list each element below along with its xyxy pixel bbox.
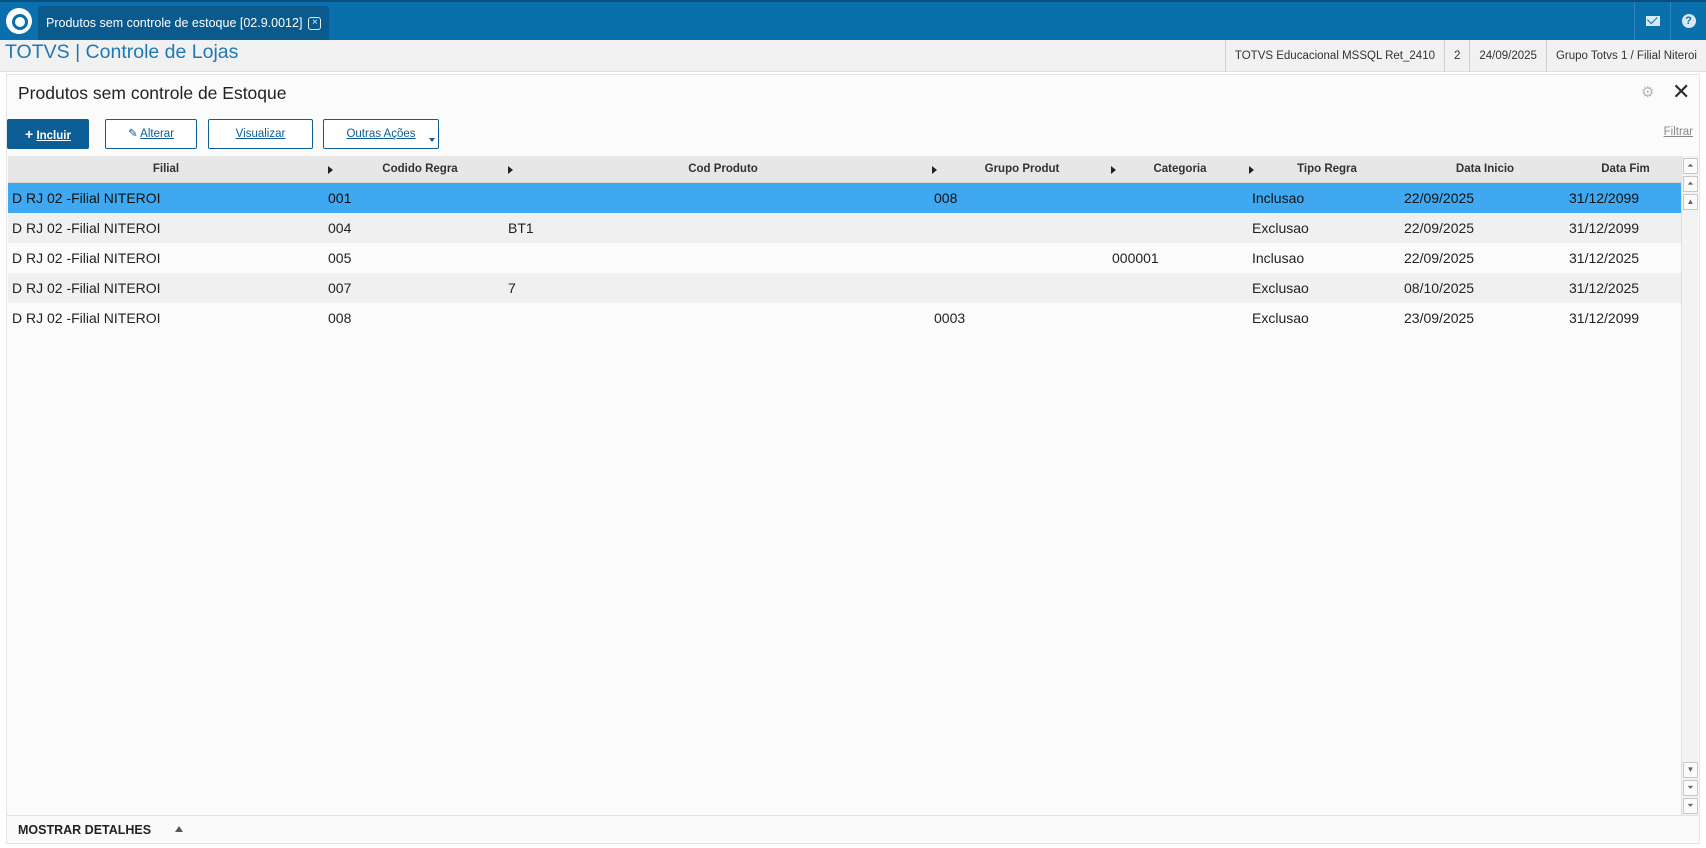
cell-tipo-regra: Exclusao bbox=[1252, 310, 1309, 326]
visualizar-button[interactable]: Visualizar bbox=[208, 119, 313, 149]
filtrar-link[interactable]: Filtrar bbox=[1664, 126, 1693, 138]
scroll-page-down-icon[interactable]: ⏷ bbox=[1683, 780, 1698, 796]
records-grid: Filial Codido Regra Cod Produto Grupo Pr… bbox=[8, 156, 1684, 806]
cell-data-inicio: 23/09/2025 bbox=[1404, 310, 1475, 326]
incluir-label: Incluir bbox=[36, 130, 71, 142]
outras-acoes-button[interactable]: Outras Ações bbox=[323, 119, 439, 149]
cell-categoria bbox=[1108, 183, 1248, 213]
scroll-down-icon[interactable]: ▼ bbox=[1683, 762, 1698, 778]
branch-name: Grupo Totvs 1 / Filial Niteroi bbox=[1545, 40, 1706, 72]
column-header-cod-produto[interactable]: Cod Produto bbox=[512, 156, 934, 182]
cell-filial: D RJ 02 -Filial NITEROI bbox=[12, 250, 161, 266]
help-button[interactable]: ? bbox=[1670, 2, 1706, 40]
tab-produtos[interactable]: Produtos sem controle de estoque [02.9.0… bbox=[38, 6, 329, 40]
system-date: 24/09/2025 bbox=[1469, 40, 1546, 72]
browse-panel: Produtos sem controle de Estoque ⚙ ✕ + I… bbox=[6, 74, 1700, 844]
environment-info: TOTVS Educacional MSSQL Ret_2410 2 24/09… bbox=[1224, 40, 1706, 72]
gear-icon[interactable]: ⚙ bbox=[1641, 85, 1655, 100]
column-header-data-fim[interactable]: Data Fim bbox=[1567, 156, 1684, 182]
page-title: Produtos sem controle de Estoque bbox=[18, 83, 287, 103]
cell-codido-regra: 004 bbox=[328, 220, 352, 236]
alterar-label: Alterar bbox=[140, 128, 175, 140]
cell-cod-produto: BT1 bbox=[508, 220, 534, 236]
logo-icon[interactable] bbox=[6, 8, 32, 34]
column-header-filial[interactable]: Filial bbox=[8, 156, 324, 182]
cell-data-fim: 31/12/2025 bbox=[1569, 280, 1640, 296]
cell-cod-produto bbox=[504, 183, 934, 213]
cell-data-fim: 31/12/2099 bbox=[1569, 220, 1640, 236]
mostrar-detalhes-label[interactable]: MOSTRAR DETALHES bbox=[18, 823, 151, 837]
cell-grupo-produt bbox=[930, 243, 1110, 273]
scroll-page-up-icon[interactable]: ⏶ bbox=[1683, 176, 1698, 192]
table-row[interactable]: D RJ 02 -Filial NITEROI 005 000001 Inclu… bbox=[8, 243, 1684, 273]
details-footer[interactable]: MOSTRAR DETALHES bbox=[7, 815, 1699, 843]
cell-codido-regra: 007 bbox=[328, 280, 352, 296]
column-header-categoria[interactable]: Categoria bbox=[1113, 156, 1247, 182]
cell-grupo-produt: 008 bbox=[934, 190, 958, 206]
outras-acoes-label: Outras Ações bbox=[346, 128, 416, 140]
cell-data-inicio: 22/09/2025 bbox=[1404, 250, 1475, 266]
table-row[interactable]: D RJ 02 -Filial NITEROI 008 0003 Exclusa… bbox=[8, 303, 1684, 333]
mail-icon bbox=[1645, 16, 1660, 26]
scroll-up-icon[interactable]: ▲ bbox=[1683, 194, 1698, 210]
cell-tipo-regra: Exclusao bbox=[1252, 220, 1309, 236]
cell-data-fim: 31/12/2099 bbox=[1569, 190, 1640, 206]
top-bar: Produtos sem controle de estoque [02.9.0… bbox=[0, 0, 1706, 40]
cell-codido-regra: 005 bbox=[328, 250, 352, 266]
environment-name: TOTVS Educacional MSSQL Ret_2410 bbox=[1224, 40, 1444, 72]
column-header-codido-regra[interactable]: Codido Regra bbox=[332, 156, 508, 182]
tab-title: Produtos sem controle de estoque [02.9.0… bbox=[46, 16, 303, 30]
column-header-data-inicio[interactable]: Data Inicio bbox=[1403, 156, 1567, 182]
cell-categoria bbox=[1108, 303, 1248, 333]
cell-grupo-produt bbox=[930, 213, 1110, 243]
cell-data-fim: 31/12/2099 bbox=[1569, 310, 1640, 326]
table-row[interactable]: D RJ 02 -Filial NITEROI 004 BT1 Exclusao… bbox=[8, 213, 1684, 243]
cell-grupo-produt bbox=[930, 273, 1110, 303]
help-icon: ? bbox=[1681, 14, 1696, 28]
expand-up-icon[interactable] bbox=[175, 826, 183, 832]
grid-scrollbar[interactable]: ⏶ ⏶ ▲ ▼ ⏷ ⏷ bbox=[1681, 156, 1698, 821]
caret-down-icon bbox=[429, 138, 435, 142]
cell-cod-produto: 7 bbox=[508, 280, 516, 296]
column-header-tipo-regra[interactable]: Tipo Regra bbox=[1251, 156, 1403, 182]
close-icon[interactable]: ✕ bbox=[1672, 81, 1690, 103]
mail-button[interactable] bbox=[1634, 2, 1670, 40]
cell-codido-regra: 008 bbox=[328, 310, 352, 326]
cell-data-inicio: 22/09/2025 bbox=[1404, 190, 1475, 206]
cell-tipo-regra: Inclusao bbox=[1252, 190, 1305, 206]
grid-header: Filial Codido Regra Cod Produto Grupo Pr… bbox=[8, 156, 1684, 183]
cell-data-fim: 31/12/2025 bbox=[1569, 250, 1640, 266]
cell-codido-regra: 001 bbox=[328, 190, 352, 206]
visualizar-label: Visualizar bbox=[235, 128, 286, 140]
scroll-top-icon[interactable]: ⏶ bbox=[1683, 158, 1698, 174]
cell-categoria bbox=[1108, 213, 1248, 243]
cell-filial: D RJ 02 -Filial NITEROI bbox=[12, 280, 161, 296]
alterar-button[interactable]: ✎ Alterar bbox=[105, 119, 197, 149]
cell-data-inicio: 08/10/2025 bbox=[1404, 280, 1475, 296]
column-header-grupo-produt[interactable]: Grupo Produt bbox=[934, 156, 1110, 182]
close-tab-icon[interactable]: × bbox=[308, 16, 322, 30]
cell-tipo-regra: Exclusao bbox=[1252, 280, 1309, 296]
cell-grupo-produt: 0003 bbox=[934, 310, 966, 326]
pencil-icon: ✎ bbox=[127, 128, 138, 140]
cell-categoria bbox=[1108, 273, 1248, 303]
cell-cod-produto bbox=[504, 303, 934, 333]
cell-filial: D RJ 02 -Filial NITEROI bbox=[12, 310, 161, 326]
module-header: TOTVS | Controle de Lojas TOTVS Educacio… bbox=[0, 40, 1706, 72]
top-right-actions: ? bbox=[1634, 2, 1706, 40]
plus-icon: + bbox=[25, 126, 34, 142]
cell-filial: D RJ 02 -Filial NITEROI bbox=[12, 190, 161, 206]
incluir-button[interactable]: + Incluir bbox=[7, 119, 89, 149]
table-row[interactable]: D RJ 02 -Filial NITEROI 007 7 Exclusao 0… bbox=[8, 273, 1684, 303]
company-code: 2 bbox=[1443, 40, 1469, 72]
cell-tipo-regra: Inclusao bbox=[1252, 250, 1305, 266]
cell-categoria: 000001 bbox=[1112, 250, 1159, 266]
cell-data-inicio: 22/09/2025 bbox=[1404, 220, 1475, 236]
scroll-bottom-icon[interactable]: ⏷ bbox=[1683, 798, 1698, 814]
module-title: TOTVS | Controle de Lojas bbox=[5, 41, 239, 63]
table-row[interactable]: D RJ 02 -Filial NITEROI 001 008 Inclusao… bbox=[8, 183, 1684, 213]
cell-cod-produto bbox=[504, 243, 934, 273]
cell-filial: D RJ 02 -Filial NITEROI bbox=[12, 220, 161, 236]
